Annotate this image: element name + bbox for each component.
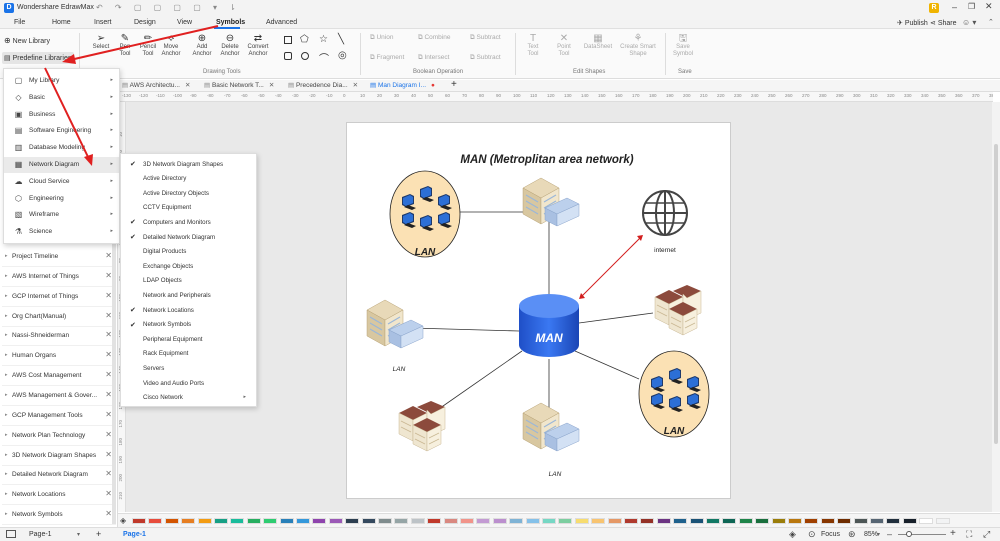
tutorial-arrows xyxy=(44,25,219,166)
